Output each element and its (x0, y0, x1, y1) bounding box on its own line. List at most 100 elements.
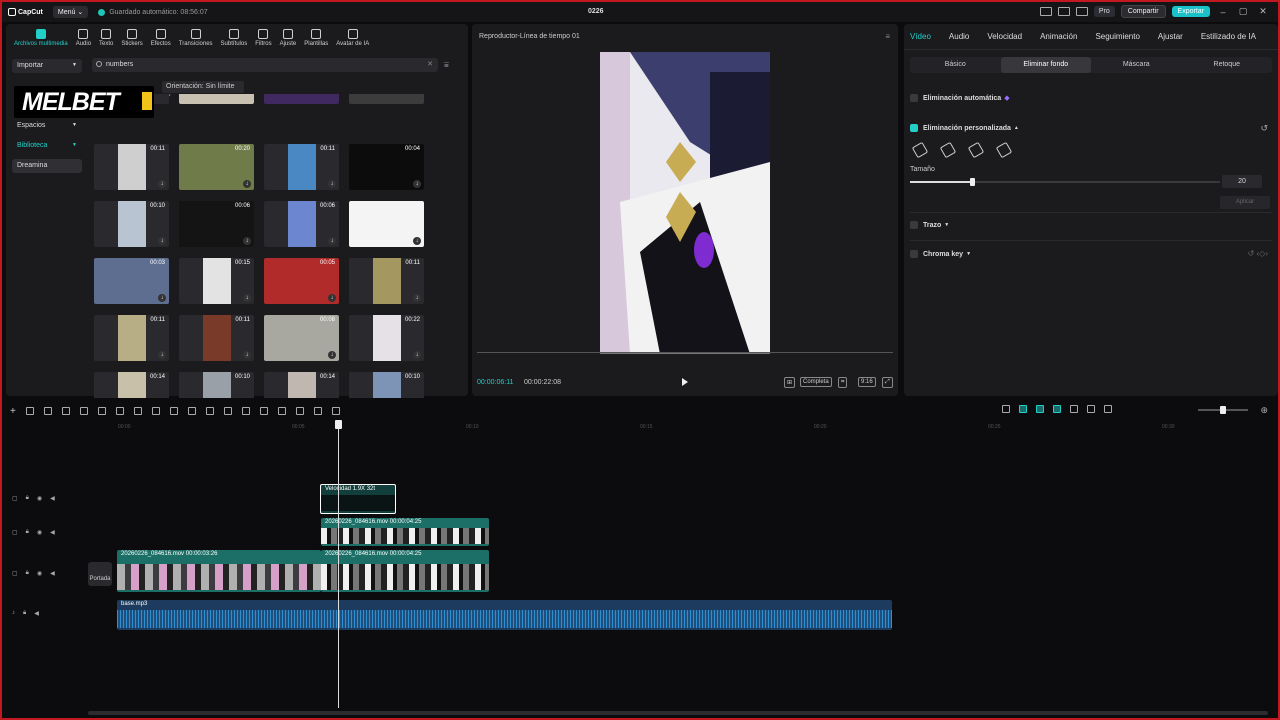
trim-right-icon[interactable] (115, 407, 124, 415)
keyframe-icon[interactable]: ↺ ‹◇› (1248, 249, 1268, 258)
custom-remove-checkbox[interactable] (910, 124, 918, 132)
video-clip-upper[interactable]: 20260226_084616.mov 00:00:04:25 (321, 518, 489, 546)
speaker-icon[interactable]: ◀ (50, 495, 55, 502)
crop-icon[interactable] (187, 407, 196, 415)
media-thumbnail[interactable]: 00:04 ↓ (349, 144, 424, 190)
sidebar-item-library[interactable]: Biblioteca ▼ (12, 139, 82, 153)
timeline-scrollbar[interactable] (88, 711, 1268, 715)
size-value-input[interactable]: 20 (1222, 175, 1262, 188)
monitor-icon[interactable] (1057, 7, 1070, 16)
download-icon[interactable]: ↓ (328, 180, 336, 188)
mirror-icon[interactable] (223, 407, 232, 415)
export-button[interactable]: Exportar (1171, 6, 1210, 17)
brush-icon[interactable] (967, 141, 985, 159)
media-thumbnail[interactable]: 00:14↓ (94, 372, 169, 398)
shield-icon[interactable] (151, 407, 160, 415)
download-icon[interactable]: ↓ (413, 180, 421, 188)
lock-icon[interactable]: 🔒︎ (26, 570, 29, 577)
download-icon[interactable]: ↓ (243, 237, 251, 245)
media-thumbnail[interactable]: 00:11 ↓ (94, 144, 169, 190)
preview-axis-icon[interactable] (1070, 405, 1078, 413)
sidebar-item-dreamina[interactable]: Dreamina (12, 159, 82, 173)
pro-button[interactable]: Pro (1093, 6, 1115, 17)
media-thumbnail[interactable]: 00:15 ↓ (179, 258, 254, 304)
eraser-icon[interactable] (995, 141, 1013, 159)
tab-animation[interactable]: Animación (1040, 32, 1077, 41)
filter-icon[interactable]: ⩸ (444, 60, 449, 70)
tab-speed[interactable]: Velocidad (987, 32, 1022, 41)
layout-icon[interactable] (1039, 7, 1052, 16)
toolbar-sticker-button[interactable]: Stickers (117, 24, 146, 52)
media-thumbnail[interactable]: 00:20 ↓ (179, 144, 254, 190)
toolbar-filters-button[interactable]: Filtros (251, 24, 275, 52)
subtab-retouch[interactable]: Retoque (1182, 57, 1273, 73)
sidebar-item-spaces[interactable]: Espacios ▼ (12, 119, 82, 133)
fit-icon[interactable] (1087, 405, 1095, 413)
search-input[interactable]: numbers ✕ (92, 58, 438, 72)
eye-icon[interactable]: ◉ (37, 529, 42, 536)
video-clip-main[interactable]: 20260226_084616.mov 00:00:03:26 (117, 550, 321, 592)
stroke-option[interactable]: Trazo ▼ (910, 221, 949, 229)
cover-button[interactable]: Portada (88, 562, 112, 586)
toolbar-ai-avatar-button[interactable]: Avatar de IA (332, 24, 373, 52)
caption-icon[interactable] (295, 407, 304, 415)
download-icon[interactable]: ↓ (158, 294, 166, 302)
orientation-dropdown[interactable]: Orientación: Sin límite ⌄ (162, 81, 244, 98)
eye-icon[interactable]: ◉ (37, 495, 42, 502)
zoom-out-icon[interactable] (1104, 405, 1112, 413)
chevron-down-icon[interactable]: ▼ (966, 251, 971, 257)
smart-brush-icon[interactable] (911, 141, 929, 159)
chevron-up-icon[interactable]: ▲ (1014, 125, 1019, 131)
smart-eraser-icon[interactable] (939, 141, 957, 159)
menu-button[interactable]: Menú ⌄ (52, 6, 89, 18)
media-thumbnail[interactable]: 00:11 ↓ (179, 315, 254, 361)
media-thumbnail[interactable]: 00:10 ↓ (94, 201, 169, 247)
track-toggle-icon[interactable]: ▢ (12, 529, 18, 536)
keyboard-icon[interactable] (1075, 7, 1088, 16)
eye-icon[interactable]: ◉ (37, 570, 42, 577)
toolbar-subtitles-button[interactable]: Subtítulos (217, 24, 252, 52)
toolbar-media-button[interactable]: Archivos multimedia (10, 24, 72, 52)
clear-icon[interactable]: ✕ (427, 60, 433, 68)
trim-left-icon[interactable] (97, 407, 106, 415)
speed-clip[interactable]: Velocidad 1.9X 32t (320, 484, 396, 514)
screenshot-icon[interactable]: ⌗ (838, 377, 848, 388)
undo-icon[interactable] (43, 407, 52, 415)
subtab-basic[interactable]: Básico (910, 57, 1001, 73)
tab-tracking[interactable]: Seguimiento (1095, 32, 1139, 41)
timeline-ruler[interactable]: 00:00 00:05 00:10 00:15 00:20 00:25 00:3… (2, 422, 1278, 432)
fullscreen-icon[interactable]: ⤢ (882, 377, 893, 388)
media-thumbnail[interactable] (264, 94, 339, 104)
tab-ai-style[interactable]: Estilizado de IA (1201, 32, 1256, 41)
quality-button[interactable]: Completa (800, 377, 832, 387)
toolbar-audio-button[interactable]: Audio (72, 24, 95, 52)
add-icon[interactable]: + (10, 406, 16, 417)
video-clip-main-2[interactable]: 20260226_084616.mov 00:00:04:25 (321, 550, 489, 592)
media-thumbnail[interactable]: 00:11 ↓ (349, 258, 424, 304)
lock-icon[interactable]: 🔒︎ (26, 495, 29, 502)
menu-icon[interactable]: ≡ (885, 32, 890, 41)
toolbar-transitions-button[interactable]: Transiciones (175, 24, 217, 52)
size-slider[interactable] (910, 178, 1220, 186)
media-thumbnail[interactable]: 00:11 ↓ (264, 144, 339, 190)
chroma-option[interactable]: Chroma key ▼ (910, 250, 971, 258)
minimize-icon[interactable]: – (1216, 7, 1230, 17)
media-thumbnail[interactable]: 00:03 ↓ (94, 258, 169, 304)
link-icon[interactable] (1019, 405, 1027, 413)
download-icon[interactable]: ↓ (413, 237, 421, 245)
close-icon[interactable]: ✕ (1256, 6, 1270, 17)
toolbar-effects-button[interactable]: Efectos (147, 24, 175, 52)
lock-icon[interactable]: 🔒︎ (26, 529, 29, 536)
zoom-in-icon[interactable]: ⊕ (1260, 405, 1268, 416)
split-icon[interactable] (79, 407, 88, 415)
toolbar-templates-button[interactable]: Plantillas (300, 24, 332, 52)
subtab-remove-bg[interactable]: Eliminar fondo (1000, 57, 1091, 73)
auto-remove-checkbox[interactable] (910, 94, 918, 102)
apply-button[interactable]: Aplicar (1220, 196, 1270, 209)
speed-icon[interactable] (205, 407, 214, 415)
tab-adjust[interactable]: Ajustar (1158, 32, 1183, 41)
video-preview[interactable] (600, 52, 770, 354)
snap-icon[interactable] (1036, 405, 1044, 413)
play-icon[interactable] (682, 378, 688, 386)
media-thumbnail[interactable]: 00:05 ↓ (264, 258, 339, 304)
